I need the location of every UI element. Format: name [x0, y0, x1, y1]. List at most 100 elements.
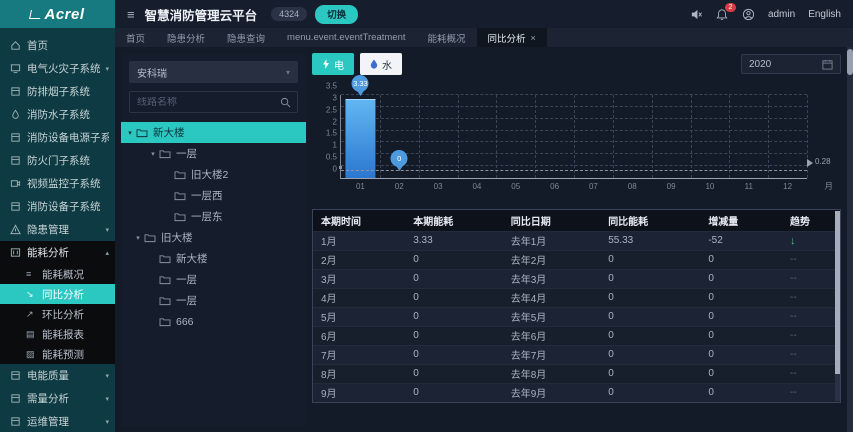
user-avatar-icon[interactable] [742, 8, 755, 21]
tree-node-label: 新大楼 [153, 127, 185, 139]
trend-cell: -- [781, 268, 840, 288]
table-header-1: 本期能耗 [405, 210, 503, 231]
gridline-v [768, 95, 770, 178]
x-axis-tick: 10 [705, 182, 715, 191]
table-row: 8月 0 去年8月 0 0 -- [313, 363, 840, 383]
x-axis-tick: 05 [511, 182, 521, 191]
sidebar-item-label: 隐患管理 [27, 224, 69, 236]
submenu-item-label: 环比分析 [42, 308, 84, 321]
chevron-down-icon: ▾ [105, 372, 109, 380]
table-cell: 3月 [313, 268, 406, 288]
sidebar-item-0[interactable]: 首页 [0, 34, 115, 57]
sidebar-item-label: 消防水子系统 [27, 109, 90, 121]
gridline-v [729, 95, 731, 178]
y-axis-tick: 3 [332, 93, 337, 103]
sidebar-item-12[interactable]: 运维管理 ▾ [0, 410, 115, 432]
table-cell: 0 [405, 249, 503, 269]
forecast-icon: ▨ [26, 348, 35, 359]
folder-icon [174, 212, 186, 222]
electric-toggle-button[interactable]: 电 [312, 53, 354, 75]
tree-node-1[interactable]: ▾ 一层 [129, 143, 298, 164]
tab-5[interactable]: 同比分析 × [476, 28, 547, 47]
top-header: Acrel ≡ 智慧消防管理云平台 4324 切换 2 admin Englis… [0, 0, 853, 28]
tree-node-8[interactable]: 一层 [129, 290, 298, 311]
username[interactable]: admin [768, 9, 795, 20]
tree-node-6[interactable]: 新大楼 [129, 248, 298, 269]
submenu-item-2[interactable]: ↗ 环比分析 [0, 304, 115, 324]
caret-down-icon: ▾ [151, 150, 155, 158]
chevron-down-icon: ▾ [105, 226, 109, 234]
tree-node-9[interactable]: 666 [129, 311, 298, 332]
table-header-2: 同比日期 [502, 210, 601, 231]
acrel-logo-icon [29, 9, 43, 19]
table-cell: 0 [405, 287, 503, 307]
tab-3[interactable]: menu.event.eventTreatment [276, 28, 416, 47]
trend-cell: -- [781, 363, 840, 383]
search-icon[interactable] [273, 92, 297, 112]
table-cell: 0 [600, 287, 701, 307]
table-cell: 0 [600, 249, 701, 269]
tree-node-7[interactable]: 一层 [129, 269, 298, 290]
submenu-item-label: 同比分析 [42, 288, 84, 301]
table-cell: 0 [405, 306, 503, 326]
submenu-item-3[interactable]: ▤ 能耗报表 [0, 324, 115, 344]
x-axis-tick: 06 [550, 182, 560, 191]
average-line-label: 0.28 [815, 157, 831, 167]
table-cell: 7月 [313, 344, 406, 364]
table-scrollbar[interactable] [835, 211, 840, 401]
sidebar-item-1[interactable]: 电气火灾子系统 ▾ [0, 57, 115, 80]
tab-0[interactable]: 首页 [115, 28, 156, 47]
tree-node-4[interactable]: 一层东 [129, 206, 298, 227]
tab-1[interactable]: 隐患分析 [156, 28, 216, 47]
tab-label: 隐患查询 [227, 33, 266, 45]
yoy-bar-chart: 0 0.5 1 1.5 2 2.5 3 3.5 01 02 03 04 05 06 07 08 09 10 11 12… [312, 75, 841, 203]
tab-2[interactable]: 隐患查询 [216, 28, 276, 47]
app-title: 智慧消防管理云平台 [144, 8, 258, 23]
sidebar-item-9[interactable]: 能耗分析 ▴ [0, 241, 115, 264]
folder-icon [159, 254, 171, 264]
tree-node-0[interactable]: ▾ 新大楼 [121, 122, 306, 143]
language-switch[interactable]: English [808, 9, 841, 20]
sidebar-item-6[interactable]: 视频监控子系统 [0, 172, 115, 195]
sidebar-item-8[interactable]: 隐患管理 ▾ [0, 218, 115, 241]
gridline-v [535, 95, 537, 178]
sidebar-item-4[interactable]: 消防设备电源子系统 [0, 126, 115, 149]
bar-01[interactable] [345, 99, 375, 178]
close-tab-icon[interactable]: × [531, 33, 536, 43]
yoy-trend-icon: ↘ [26, 288, 34, 299]
tree-node-3[interactable]: 一层西 [129, 185, 298, 206]
sidebar-item-11[interactable]: 需量分析 ▾ [0, 387, 115, 410]
switch-button[interactable]: 切换 [315, 4, 359, 24]
sidebar-item-7[interactable]: 消防设备子系统 [0, 195, 115, 218]
table-cell: 去年8月 [502, 363, 601, 383]
submenu-item-0[interactable]: ≡ 能耗概况 [0, 264, 115, 284]
table-cell: 0 [700, 363, 782, 383]
data-pin-0: 0 [390, 150, 408, 167]
submenu-item-4[interactable]: ▨ 能耗预测 [0, 344, 115, 364]
notification-bell-icon[interactable]: 2 [716, 2, 736, 21]
table-cell: 0 [600, 344, 701, 364]
submenu-item-1[interactable]: ↘ 同比分析 [0, 284, 115, 304]
ops-icon [10, 416, 21, 427]
page-scrollbar[interactable] [847, 47, 853, 432]
sidebar-item-2[interactable]: 防排烟子系统 [0, 80, 115, 103]
table-cell: 0 [700, 382, 782, 402]
mute-speaker-icon[interactable] [690, 8, 703, 21]
sidebar-item-3[interactable]: 消防水子系统 [0, 103, 115, 126]
tab-4[interactable]: 能耗概况 [417, 28, 477, 47]
building-select[interactable]: 安科瑞 ▾ [129, 61, 298, 83]
sidebar-item-label: 视频监控子系统 [27, 178, 101, 190]
water-toggle-button[interactable]: 水 [360, 53, 402, 75]
sidebar-item-5[interactable]: 防火门子系统 [0, 149, 115, 172]
table-header-5: 趋势 [781, 210, 840, 231]
y-axis-tick: 0.5 [325, 152, 337, 162]
collapse-menu-icon[interactable]: ≡ [127, 7, 135, 22]
line-search-input[interactable] [130, 96, 273, 108]
sidebar-item-10[interactable]: 电能质量 ▾ [0, 364, 115, 387]
tree-node-2[interactable]: 旧大楼2 [129, 164, 298, 185]
year-select[interactable]: 2020 [741, 54, 841, 74]
tree-node-5[interactable]: ▾ 旧大楼 [129, 227, 298, 248]
submenu-item-label: 能耗概况 [42, 268, 84, 281]
tab-label: menu.event.eventTreatment [287, 32, 406, 43]
device-tree-panel: 安科瑞 ▾ ▾新大楼▾一层旧大楼2一层西一层东▾旧大楼新大楼一层一层666 [121, 53, 306, 426]
